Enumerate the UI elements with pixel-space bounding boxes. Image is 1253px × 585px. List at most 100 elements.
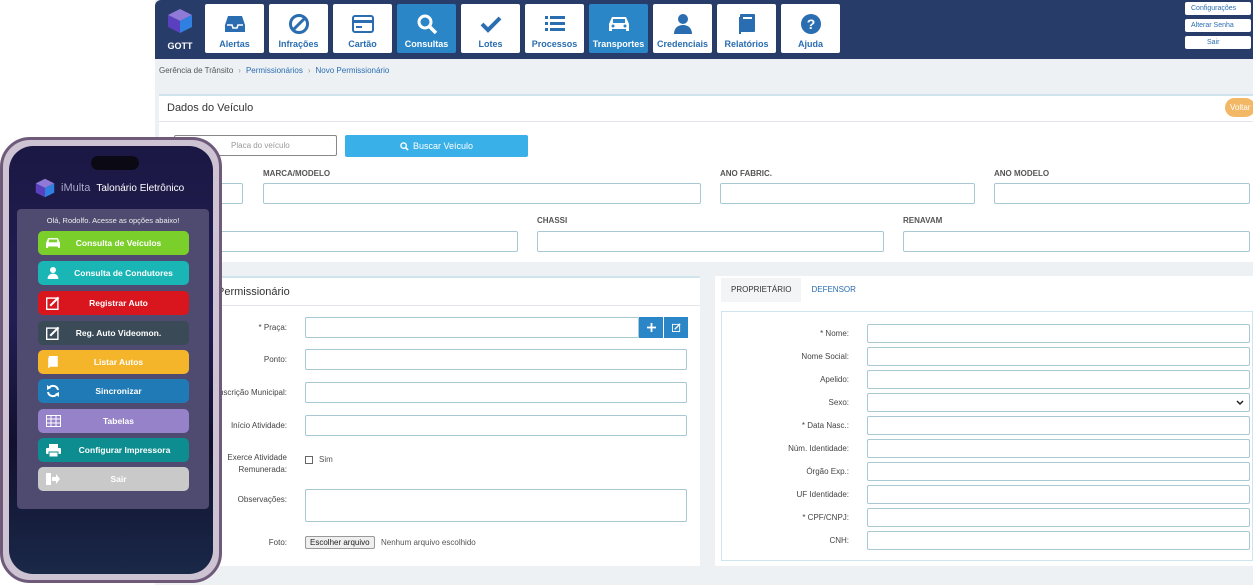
nav-ajuda[interactable]: ? Ajuda <box>781 4 840 53</box>
search-icon <box>415 13 439 35</box>
identidade-input[interactable] <box>867 439 1250 458</box>
menu-configurar-impressora[interactable]: Configurar Impressora <box>38 438 189 462</box>
ponto-input[interactable] <box>305 349 687 370</box>
orgao-exp-label: Órgão Exp.: <box>806 467 849 476</box>
menu-registrar-auto[interactable]: Registrar Auto <box>38 291 189 315</box>
brand[interactable]: GOTT <box>161 6 199 52</box>
back-button[interactable]: Voltar <box>1225 98 1253 117</box>
printer-icon <box>40 443 66 457</box>
nav-relatorios[interactable]: Relatórios <box>717 4 776 53</box>
data-nasc-input[interactable] <box>867 416 1250 435</box>
file-status: Nenhum arquivo escolhido <box>381 538 476 547</box>
cube-logo-icon <box>35 178 55 198</box>
svg-text:?: ? <box>806 16 815 32</box>
nome-social-label: Nome Social: <box>801 352 849 361</box>
data-nasc-label: * Data Nasc.: <box>801 421 849 430</box>
sync-icon <box>40 384 66 398</box>
vehicle-panel-title: Dados do Veículo <box>159 96 1253 122</box>
menu-sair[interactable]: Sair <box>38 467 189 491</box>
settings-link[interactable]: Configurações <box>1185 2 1251 15</box>
observacoes-textarea[interactable] <box>305 489 687 522</box>
remunerada-checkbox[interactable]: Sim <box>305 455 333 464</box>
car-icon <box>607 13 631 35</box>
cnh-label: CNH: <box>829 536 849 545</box>
phone-screen: iMulta Talonário Eletrônico Olá, Rodolfo… <box>9 146 213 574</box>
nav-label: Infrações <box>278 39 319 49</box>
desktop-app: GOTT Alertas Infrações Cartão Consultas … <box>155 0 1253 585</box>
nav-lotes[interactable]: Lotes <box>461 4 520 53</box>
nome-social-input[interactable] <box>867 347 1250 366</box>
breadcrumb: Gerência de Trânsito › Permissionários › Nov… <box>159 66 389 75</box>
edit-praca-button[interactable] <box>664 317 688 338</box>
book-icon <box>40 355 66 369</box>
nav-alertas[interactable]: Alertas <box>205 4 264 53</box>
permissionario-title: Permissionário <box>203 278 700 306</box>
breadcrumb-link[interactable]: Permissionários <box>246 66 303 75</box>
search-vehicle-label: Buscar Veículo <box>412 141 474 151</box>
nome-input[interactable] <box>867 324 1250 343</box>
uf-identidade-label: UF Identidade: <box>796 490 849 499</box>
tab-defensor[interactable]: DEFENSOR <box>801 278 865 302</box>
vehicle-panel: Dados do Veículo Voltar Placa do veículo… <box>159 94 1253 262</box>
apelido-label: Apelido: <box>820 375 849 384</box>
renavam-field[interactable] <box>903 231 1250 252</box>
menu-label: Configurar Impressora <box>78 445 171 455</box>
edit-icon <box>671 323 681 332</box>
marca-modelo-field[interactable] <box>263 183 701 204</box>
uf-identidade-input[interactable] <box>867 485 1250 504</box>
nav-credenciais[interactable]: Credenciais <box>653 4 712 53</box>
owner-form: * Nome: Nome Social: Apelido: Sexo: * Da… <box>721 311 1253 561</box>
checkbox[interactable] <box>305 455 313 464</box>
chassi-field[interactable] <box>537 231 884 252</box>
choose-file-button[interactable]: Escolher arquivo <box>305 536 375 549</box>
orgao-exp-input[interactable] <box>867 462 1250 481</box>
cpf-cnpj-input[interactable] <box>867 508 1250 527</box>
menu-consulta-veiculos[interactable]: Consulta de Veículos <box>38 231 189 255</box>
marca-modelo-label: MARCA/MODELO <box>263 169 331 178</box>
menu-sincronizar[interactable]: Sincronizar <box>38 379 189 403</box>
menu-tabelas[interactable]: Tabelas <box>38 409 189 433</box>
chevron-down-icon <box>1236 400 1244 406</box>
ano-fabric-field[interactable] <box>720 183 975 204</box>
search-vehicle-button[interactable]: Buscar Veículo <box>345 135 528 157</box>
stage: GOTT Alertas Infrações Cartão Consultas … <box>0 0 1253 585</box>
phone-app-title: Talonário Eletrônico <box>96 182 185 194</box>
menu-label: Reg. Auto Videomon. <box>75 328 162 338</box>
menu-reg-auto-videomon[interactable]: Reg. Auto Videomon. <box>38 321 189 345</box>
cnh-input[interactable] <box>867 531 1250 550</box>
plus-icon <box>646 323 656 332</box>
nav-consultas[interactable]: Consultas <box>397 4 456 53</box>
nome-label: * Nome: <box>820 329 849 338</box>
inscricao-input[interactable] <box>305 382 687 403</box>
breadcrumb-separator: › <box>238 66 241 75</box>
inicio-atividade-input[interactable] <box>305 415 687 436</box>
nav-processos[interactable]: Processos <box>525 4 584 53</box>
menu-label: Sincronizar <box>95 386 142 396</box>
nav-infracoes[interactable]: Infrações <box>269 4 328 53</box>
nav-label: Consultas <box>404 39 449 49</box>
nav-label: Relatórios <box>724 39 769 49</box>
praca-input[interactable] <box>305 317 639 338</box>
sexo-select[interactable] <box>867 393 1250 412</box>
apelido-input[interactable] <box>867 370 1250 389</box>
change-password-link[interactable]: Alterar Senha <box>1185 19 1251 32</box>
logout-link[interactable]: Sair <box>1185 36 1251 49</box>
question-icon: ? <box>799 13 823 35</box>
ano-modelo-field[interactable] <box>994 183 1250 204</box>
nav-label: Alertas <box>219 39 250 49</box>
nav-label: Ajuda <box>797 39 823 49</box>
menu-label: Registrar Auto <box>89 298 148 308</box>
breadcrumb-link[interactable]: Novo Permissionário <box>316 66 390 75</box>
check-icon <box>479 13 503 35</box>
no-entry-icon <box>287 13 311 35</box>
nav-cartao[interactable]: Cartão <box>333 4 392 53</box>
tab-proprietario[interactable]: PROPRIETÁRIO <box>721 278 802 302</box>
menu-listar-autos[interactable]: Listar Autos <box>38 350 189 374</box>
car-icon <box>40 236 66 250</box>
menu-consulta-condutores[interactable]: Consulta de Condutores <box>38 261 189 285</box>
owner-tabs: PROPRIETÁRIO DEFENSOR <box>721 278 866 302</box>
nav-transportes[interactable]: Transportes <box>589 4 648 53</box>
phone-app-name: iMulta <box>61 182 91 194</box>
owner-panel: PROPRIETÁRIO DEFENSOR * Nome: Nome Socia… <box>715 276 1253 566</box>
add-praca-button[interactable] <box>639 317 663 338</box>
